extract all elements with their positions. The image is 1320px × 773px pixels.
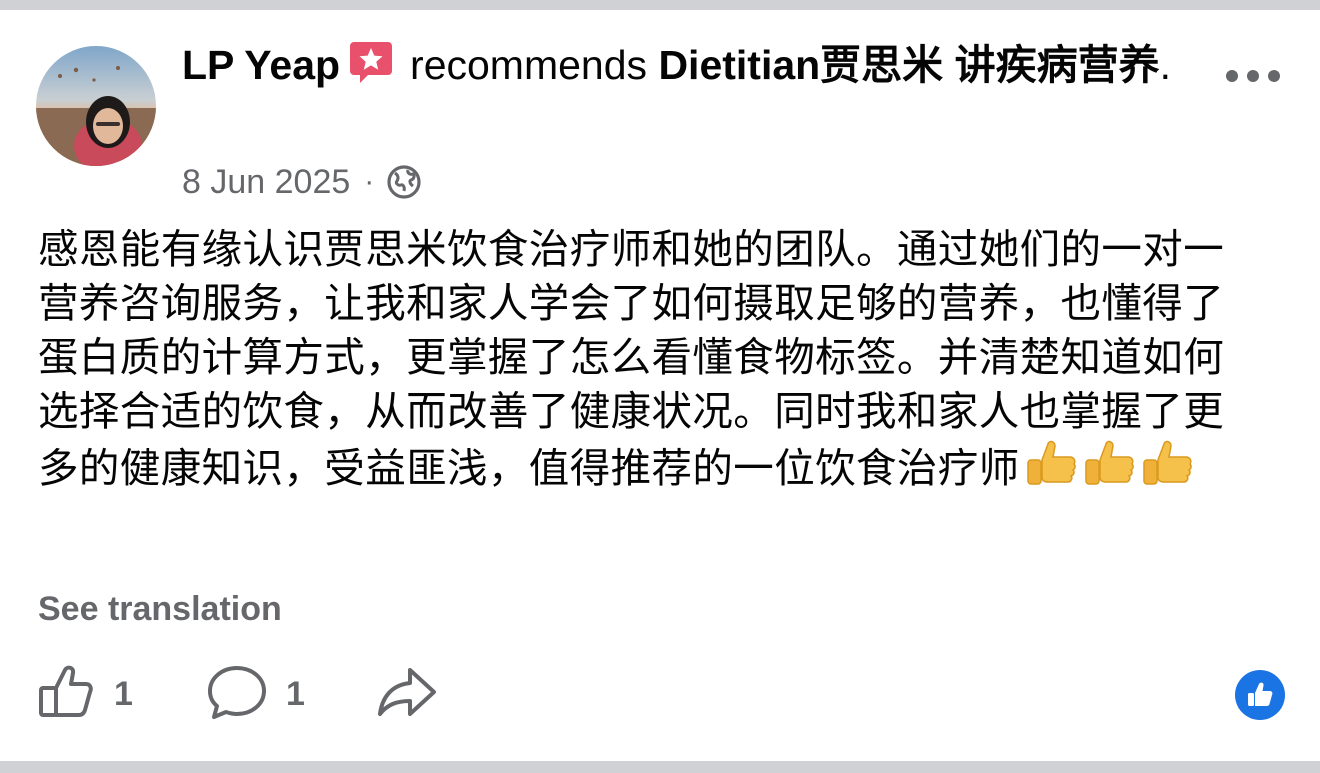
recommended-page-name[interactable]: Dietitian贾思米 讲疾病营养 bbox=[658, 42, 1159, 88]
like-button[interactable]: 1 bbox=[36, 656, 133, 732]
dot-icon bbox=[1247, 70, 1259, 82]
comment-button[interactable]: 1 bbox=[206, 656, 305, 732]
post-header: LP Yeap recommends Dietitian贾思米 讲疾病营养. bbox=[182, 36, 1192, 100]
thumbs-up-emoji bbox=[1138, 438, 1194, 503]
post-meta: 8 Jun 2025 · bbox=[182, 160, 422, 204]
recommends-text: recommends bbox=[410, 42, 648, 88]
like-reaction-icon[interactable] bbox=[1235, 670, 1285, 720]
bottom-separator bbox=[0, 761, 1320, 773]
globe-icon bbox=[386, 164, 422, 200]
share-arrow-icon bbox=[376, 662, 438, 727]
thumbs-up-emoji bbox=[1080, 438, 1136, 503]
share-button[interactable] bbox=[376, 656, 438, 732]
thumbs-up-emoji bbox=[1022, 438, 1078, 503]
dot-icon bbox=[1268, 70, 1280, 82]
post-body: 感恩能有缘认识贾思米饮食治疗师和她的团队。通过她们的一对一营养咨询服务，让我和家… bbox=[38, 222, 1258, 503]
trailing-period: . bbox=[1159, 42, 1171, 88]
top-separator bbox=[0, 0, 1320, 10]
like-count: 1 bbox=[114, 674, 133, 713]
avatar[interactable] bbox=[36, 46, 156, 166]
meta-separator: · bbox=[364, 165, 375, 198]
more-options-button[interactable] bbox=[1226, 64, 1280, 88]
thumbs-up-outline-icon bbox=[36, 662, 96, 727]
post-date[interactable]: 8 Jun 2025 bbox=[182, 163, 350, 202]
author-name[interactable]: LP Yeap bbox=[182, 42, 340, 88]
dot-icon bbox=[1226, 70, 1238, 82]
post-actions-bar: 1 1 bbox=[0, 656, 1320, 732]
comment-count: 1 bbox=[286, 674, 305, 713]
recommendation-star-icon bbox=[348, 39, 394, 100]
see-translation-link[interactable]: See translation bbox=[38, 590, 282, 629]
comment-bubble-icon bbox=[206, 662, 268, 727]
